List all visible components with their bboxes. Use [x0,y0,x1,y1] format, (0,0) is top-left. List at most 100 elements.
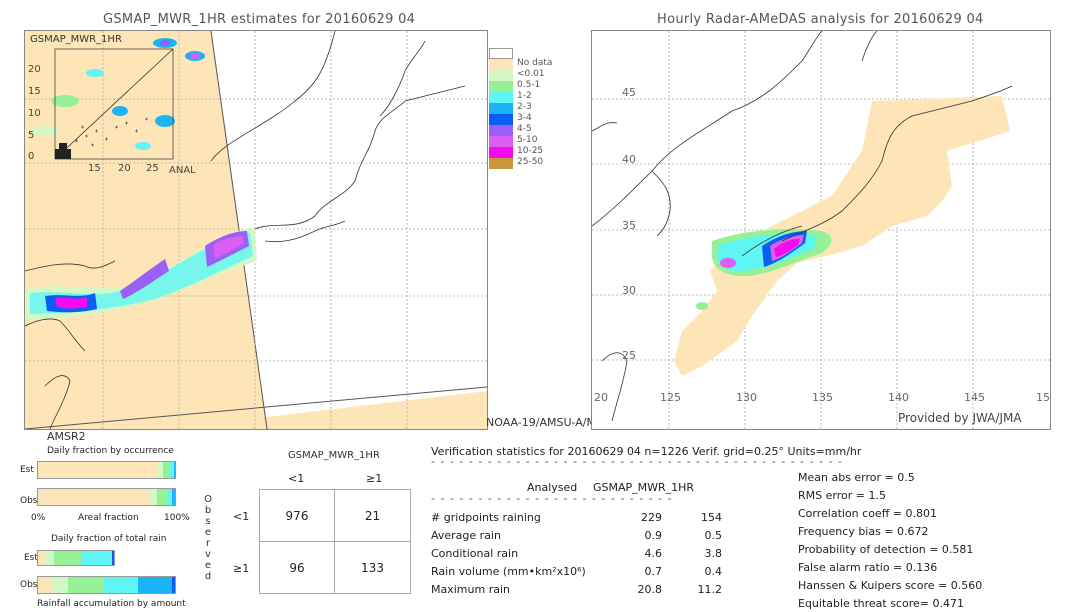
legend-swatch [489,136,513,147]
score-item: Equitable threat score= 0.471 [798,597,964,610]
legend-label: <0.01 [517,69,545,79]
bar-segment [68,577,104,593]
inset-axis-label: ANAL [169,165,196,176]
score-item: RMS error = 1.5 [798,489,886,502]
occurrence-est-bar [37,461,176,479]
est-label: Est [20,465,34,475]
lon-tick: 125 [660,391,681,404]
stat-estimate: 154 [701,511,722,524]
axis-right-label: 100% [164,513,190,523]
col-header: ≥1 [366,472,383,485]
stat-analysed: 0.7 [644,565,663,578]
stat-estimate: 0.4 [704,565,723,578]
lat-tick: 20 [594,391,608,404]
axis-left-label: 0% [31,513,46,523]
legend-swatch [489,103,513,114]
bar-segment [38,551,45,565]
stat-label: Conditional rain [431,547,519,560]
bar-segment [163,462,171,478]
bar-segment [51,577,69,593]
right-map-title: Hourly Radar-AMeDAS analysis for 2016062… [657,12,984,27]
legend-swatch [489,59,513,70]
legend-label: 0.5-1 [517,80,541,90]
lon-tick: 135 [812,391,833,404]
stat-label: Average rain [431,529,501,542]
stat-analysed: 20.8 [637,583,663,596]
left-map-canvas [25,31,487,429]
total-rain-title: Daily fraction of total rain [51,534,167,544]
stat-estimate: 3.8 [704,547,723,560]
observed-letter: b [204,505,212,516]
obs-label: Obs [20,496,38,506]
bar-segment [148,489,158,505]
legend-swatch [489,114,513,125]
bar-segment [103,577,138,593]
stat-label: # gridpoints raining [431,511,541,524]
contingency-title: GSMAP_MWR_1HR [288,450,380,461]
total-est-bar [37,550,115,566]
right-map-canvas [592,31,1050,429]
lon-tick: 15 [1036,391,1050,404]
stat-analysed: 229 [641,511,662,524]
stat-estimate: 11.2 [697,583,723,596]
inset-x-tick: 25 [146,163,159,174]
color-legend: No data <0.01 0.5-1 1-2 2-3 3-4 4-5 5-10 10-25 25… [489,48,552,169]
bar-segment [38,577,52,593]
bar-segment [157,489,169,505]
lat-tick: 45 [622,86,636,99]
radar-coverage [674,96,1010,376]
stat-label: Rain volume (mm•km²x10⁶) [431,565,586,578]
divider: - - - - - - - - - - - - - - - - - - - - … [431,455,846,468]
observed-letter: e [204,560,212,571]
observed-letter: r [205,538,211,549]
legend-label: 3-4 [517,113,532,123]
stat-label: Maximum rain [431,583,510,596]
bar-segment [81,551,113,565]
divider-short: - - - - - - - - - - - - - - - - - - - - … [431,492,676,505]
accumulation-title: Rainfall accumulation by amount [37,599,186,609]
bar-segment [173,462,175,478]
observed-letter: v [205,549,211,560]
observed-letter: d [204,571,212,582]
lon-tick: 145 [964,391,985,404]
legend-label: 2-3 [517,102,532,112]
legend-label: No data [517,58,553,68]
legend-label: 25-50 [517,157,544,167]
est-label-2: Est [24,553,38,563]
lon-tick: 140 [888,391,909,404]
left-map-panel: GSMAP_MWR_1HR 20 15 10 5 0 15 20 25 ANAL [24,30,488,430]
stat-analysed: 0.9 [644,529,663,542]
inset-title: GSMAP_MWR_1HR [30,34,122,45]
occurrence-title: Daily fraction by occurrence [47,446,174,456]
right-map-panel: 45 40 35 30 25 20 125 130 135 140 145 15… [591,30,1051,430]
legend-label: 5-10 [517,135,538,145]
score-item: Frequency bias = 0.672 [798,525,929,538]
observed-letter: e [204,527,212,538]
lat-tick: 35 [622,219,636,232]
legend-item: 25-50 [489,157,543,169]
inset-x-tick: 20 [118,163,131,174]
legend-swatch [489,125,513,136]
lon-tick: 130 [736,391,757,404]
stat-estimate: 0.5 [704,529,723,542]
inset-x-tick: 15 [88,163,101,174]
legend-label: 10-25 [517,146,544,156]
bar-segment [54,551,82,565]
lat-tick: 40 [622,153,636,166]
bar-segment [137,577,173,593]
cell-fn: 96 [259,541,335,594]
bar-segment [172,489,175,505]
left-map-title: GSMAP_MWR_1HR estimates for 20160629 04 [103,12,416,27]
legend-label: 1-2 [517,91,532,101]
total-obs-bar [37,576,176,594]
observed-letter: s [205,516,211,527]
bar-segment [112,551,114,565]
data-credit: Provided by JWA/JMA [898,411,1022,425]
legend-swatch [489,92,513,103]
legend-swatch [489,48,513,59]
bar-segment [38,462,158,478]
score-item: Hanssen & Kuipers score = 0.560 [798,579,983,592]
lat-tick: 25 [622,349,636,362]
axis-mid-label: Areal fraction [78,513,139,523]
legend-swatch [489,81,513,92]
